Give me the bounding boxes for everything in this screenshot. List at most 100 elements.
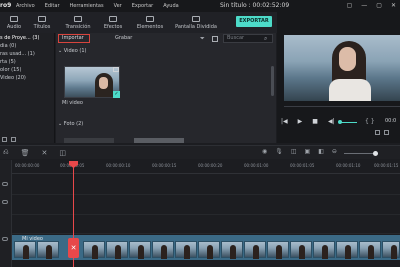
undo-icon[interactable]: ⎌ bbox=[3, 148, 9, 157]
preview-video[interactable] bbox=[284, 35, 400, 101]
toolbar-transition-label: Transición bbox=[65, 23, 91, 30]
ruler-tick-label: 00:00:00:20 bbox=[198, 163, 223, 168]
filter-icon[interactable]: ⏷ bbox=[200, 35, 205, 43]
section-video[interactable]: ⌄ Video (1) bbox=[58, 48, 86, 54]
clip-frame bbox=[106, 241, 128, 259]
search-icon[interactable]: ⌕ bbox=[264, 35, 267, 43]
split-marker-icon[interactable]: ✕ bbox=[68, 238, 79, 258]
zoom-out-icon[interactable]: ⊖ bbox=[332, 148, 337, 155]
toolbar-split-screen[interactable]: Pantalla Dividida bbox=[174, 12, 218, 33]
clip-frame bbox=[152, 241, 174, 259]
toolbar-audio-label: Audio bbox=[6, 23, 22, 30]
step-back-icon[interactable]: |◀ bbox=[281, 118, 288, 125]
render-icon[interactable]: ◉ bbox=[262, 148, 267, 155]
preview-subject-face bbox=[339, 47, 356, 71]
toolbar-split-screen-label: Pantalla Dividida bbox=[175, 23, 217, 30]
timeline-right-tools: ◉ 🎙 ◫ ▣ ◧ ⊖ bbox=[262, 148, 337, 155]
clip-frame bbox=[14, 241, 36, 259]
fullscreen-icon[interactable] bbox=[375, 130, 380, 135]
folder-icon[interactable] bbox=[11, 137, 16, 142]
zoom-slider-knob[interactable] bbox=[373, 151, 378, 156]
step-forward-icon[interactable]: ◀| bbox=[328, 118, 335, 125]
close-icon[interactable]: ✕ bbox=[391, 0, 396, 12]
clip-frame bbox=[175, 241, 197, 259]
restore-icon[interactable]: ▢ bbox=[347, 0, 353, 12]
window-controls: ▢ — ▢ ✕ bbox=[347, 0, 396, 12]
transition-icon bbox=[74, 15, 82, 22]
ruler-tick-label: 00:00:01:15 bbox=[374, 163, 399, 168]
grid-view-icon[interactable] bbox=[212, 36, 218, 42]
eye-icon[interactable] bbox=[2, 237, 8, 241]
media-thumbnail[interactable] bbox=[64, 66, 120, 98]
thumbnail-corner-icon bbox=[113, 67, 119, 72]
library-item-folder[interactable]: rta (5) bbox=[0, 59, 16, 65]
document-title: Sin título : 00:02:52:09 bbox=[220, 2, 290, 9]
toolbar-titles[interactable]: Títulos bbox=[32, 12, 52, 33]
clip-frame bbox=[37, 241, 59, 259]
toolbar-audio[interactable]: Audio bbox=[4, 12, 24, 33]
menu-tools[interactable]: Herramientas bbox=[70, 0, 104, 12]
music-icon bbox=[10, 15, 18, 22]
media-scrollbar[interactable] bbox=[271, 66, 274, 96]
snap-icon[interactable]: ◧ bbox=[318, 148, 324, 155]
delete-icon[interactable]: 🗑 bbox=[21, 149, 30, 157]
preview-subject-body bbox=[329, 79, 371, 101]
cut-icon[interactable]: ✕ bbox=[42, 149, 48, 157]
menu-edit[interactable]: Editar bbox=[45, 0, 60, 12]
clip-frame bbox=[382, 241, 400, 259]
eye-icon[interactable] bbox=[2, 200, 8, 204]
photo-thumbnail[interactable] bbox=[64, 138, 114, 143]
volume-slider[interactable] bbox=[341, 122, 357, 123]
preview-progress-bar[interactable] bbox=[284, 106, 400, 107]
toolbar-elements[interactable]: Elementos bbox=[136, 12, 164, 33]
ruler-tick-label: 00:00:01:00 bbox=[244, 163, 269, 168]
clip-frame bbox=[290, 241, 312, 259]
menu-view[interactable]: Ver bbox=[114, 0, 122, 12]
eye-icon[interactable] bbox=[2, 182, 8, 186]
mark-in-out-icon[interactable]: { } bbox=[365, 118, 375, 125]
volume-knob[interactable] bbox=[338, 120, 342, 124]
track-divider bbox=[12, 214, 400, 215]
audio-mixer-icon[interactable]: ◫ bbox=[291, 148, 297, 155]
ruler-tick-label: 00:00:00:00 bbox=[15, 163, 40, 168]
clip-frame bbox=[129, 241, 151, 259]
maximize-icon[interactable]: ▢ bbox=[376, 0, 382, 12]
crop-icon[interactable]: ◫ bbox=[59, 149, 66, 157]
subtitle-icon[interactable]: ▣ bbox=[305, 148, 311, 155]
toolbar-titles-label: Títulos bbox=[33, 23, 51, 30]
photo-thumbnails-row bbox=[64, 138, 264, 143]
clip-frame bbox=[313, 241, 335, 259]
clip-frame bbox=[221, 241, 243, 259]
elements-icon bbox=[146, 15, 154, 22]
stop-icon[interactable]: ■ bbox=[312, 118, 318, 125]
play-icon[interactable]: ▶ bbox=[298, 118, 303, 125]
clip-frame bbox=[336, 241, 358, 259]
microphone-icon[interactable]: 🎙 bbox=[275, 148, 283, 155]
section-photo[interactable]: ⌄ Foto (2) bbox=[58, 121, 83, 127]
library-actions bbox=[2, 137, 16, 142]
import-button[interactable]: Importar bbox=[58, 34, 90, 43]
export-button[interactable]: EXPORTAR bbox=[236, 16, 272, 27]
menu-file[interactable]: Archivo bbox=[16, 0, 35, 12]
photo-thumbnail[interactable] bbox=[134, 138, 184, 143]
clip-frame bbox=[83, 241, 105, 259]
snapshot-icon[interactable] bbox=[384, 130, 389, 135]
text-icon bbox=[38, 15, 46, 22]
minimize-icon[interactable]: — bbox=[361, 0, 367, 12]
media-library-sidebar: s de Proye... (3) dia (0) ras usad... (1… bbox=[0, 33, 55, 143]
library-item-used[interactable]: ras usad... (1) bbox=[0, 51, 35, 57]
library-item-video[interactable]: Video (20) bbox=[0, 75, 26, 81]
new-folder-icon[interactable] bbox=[2, 137, 7, 142]
library-item-color[interactable]: olor (15) bbox=[0, 67, 21, 73]
preview-tools bbox=[375, 130, 389, 135]
toolbar-transition[interactable]: Transición bbox=[64, 12, 92, 33]
library-item-media[interactable]: dia (0) bbox=[0, 43, 16, 49]
thumbnail-face bbox=[99, 77, 108, 89]
ruler-tick-label: 00:00:01:10 bbox=[336, 163, 361, 168]
menu-export[interactable]: Exportar bbox=[132, 0, 154, 12]
menu-help[interactable]: Ayuda bbox=[163, 0, 178, 12]
toolbar-effects[interactable]: Efectos bbox=[101, 12, 125, 33]
record-dropdown[interactable]: Grabar bbox=[115, 34, 132, 43]
library-item-project[interactable]: s de Proye... (3) bbox=[0, 35, 39, 41]
section-photo-label: Foto (2) bbox=[63, 121, 84, 127]
